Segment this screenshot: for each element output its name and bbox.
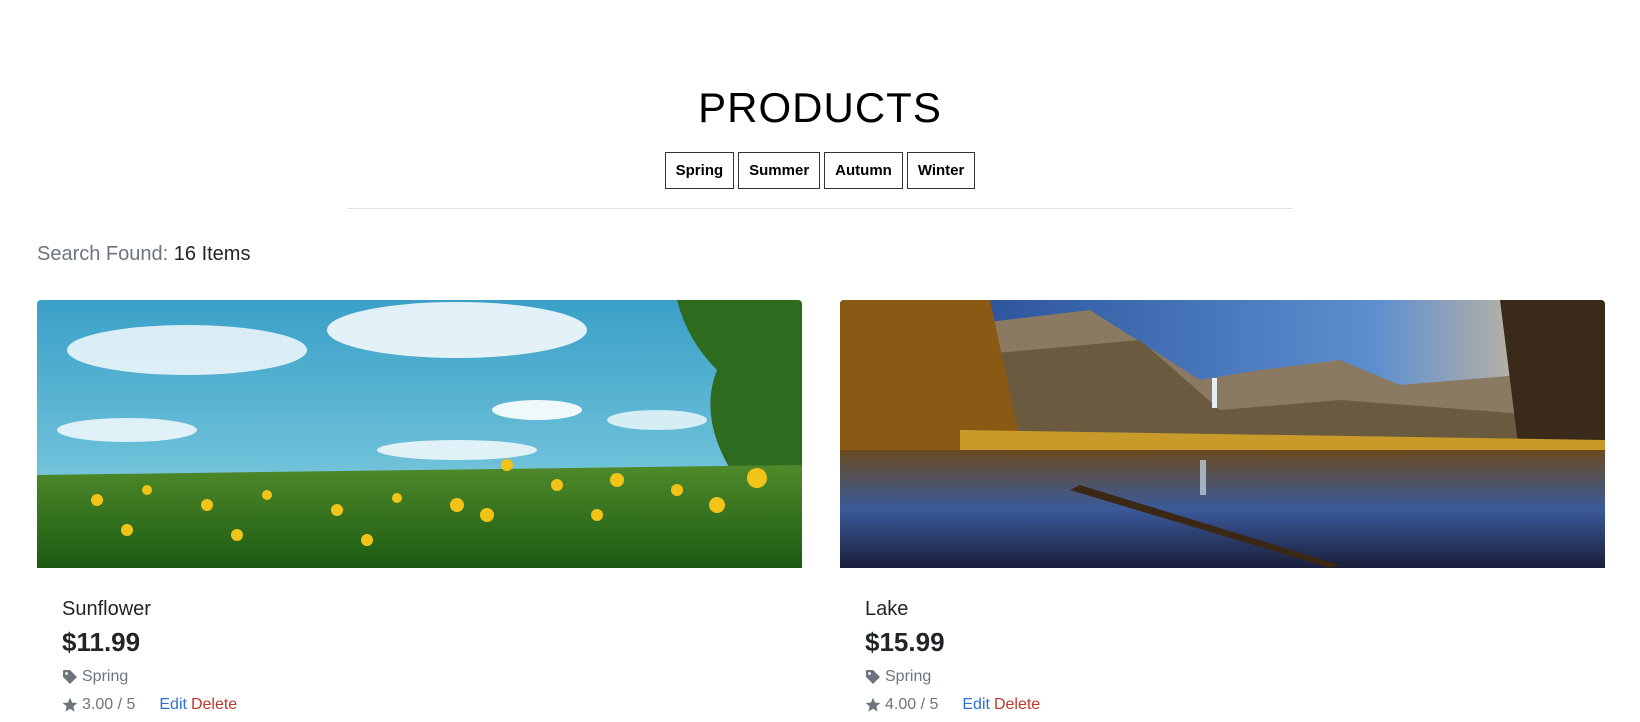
edit-link[interactable]: Edit	[962, 696, 990, 713]
filter-button-summer[interactable]: Summer	[738, 152, 821, 189]
delete-link[interactable]: Delete	[191, 696, 237, 713]
product-price: $11.99	[62, 627, 141, 657]
product-rating-value: 4.00 / 5	[885, 696, 939, 713]
product-price: $15.99	[865, 627, 945, 657]
season-filter-bar: Spring Summer Autumn Winter	[0, 152, 1640, 189]
product-actions: Edit Delete	[962, 696, 1040, 714]
search-found-count: 16 Items	[173, 243, 251, 265]
tag-icon	[865, 669, 881, 685]
edit-link[interactable]: Edit	[159, 696, 187, 713]
page-header: PRODUCTS Spring Summer Autumn Winter	[0, 0, 1640, 209]
product-name: Lake	[865, 598, 909, 620]
page-title: PRODUCTS	[698, 84, 942, 131]
search-found-label: Search Found:	[37, 243, 169, 265]
search-results-summary: Search Found: 16 Items	[37, 243, 1640, 266]
product-card: Sunflower $11.99 Spring 3.00 / 5 Edit Del…	[37, 300, 802, 714]
product-category-label: Spring	[885, 668, 932, 685]
filter-button-autumn[interactable]: Autumn	[824, 152, 903, 189]
product-name: Sunflower	[62, 598, 151, 620]
product-card-body: Sunflower $11.99 Spring 3.00 / 5 Edit Del…	[37, 568, 802, 714]
delete-link[interactable]: Delete	[994, 696, 1040, 713]
product-meta: 3.00 / 5 Edit Delete	[62, 696, 777, 714]
product-image-sunflower[interactable]	[37, 300, 802, 568]
tag-icon	[62, 669, 78, 685]
product-rating: 3.00 / 5	[62, 696, 135, 714]
product-category: Spring	[865, 668, 1580, 686]
filter-button-spring[interactable]: Spring	[664, 152, 735, 189]
product-rating: 4.00 / 5	[865, 696, 938, 714]
product-grid: Sunflower $11.99 Spring 3.00 / 5 Edit Del…	[37, 300, 1605, 714]
star-icon	[865, 697, 881, 713]
product-rating-value: 3.00 / 5	[82, 696, 136, 713]
product-category-label: Spring	[82, 668, 129, 685]
filter-button-winter[interactable]: Winter	[906, 152, 976, 189]
product-card: Lake $15.99 Spring 4.00 / 5 Edit Delete	[840, 300, 1605, 714]
product-card-body: Lake $15.99 Spring 4.00 / 5 Edit Delete	[840, 568, 1605, 714]
product-category: Spring	[62, 668, 777, 686]
star-icon	[62, 697, 78, 713]
header-divider	[347, 208, 1293, 209]
product-image-lake[interactable]	[840, 300, 1605, 568]
product-meta: 4.00 / 5 Edit Delete	[865, 696, 1580, 714]
product-actions: Edit Delete	[159, 696, 237, 714]
